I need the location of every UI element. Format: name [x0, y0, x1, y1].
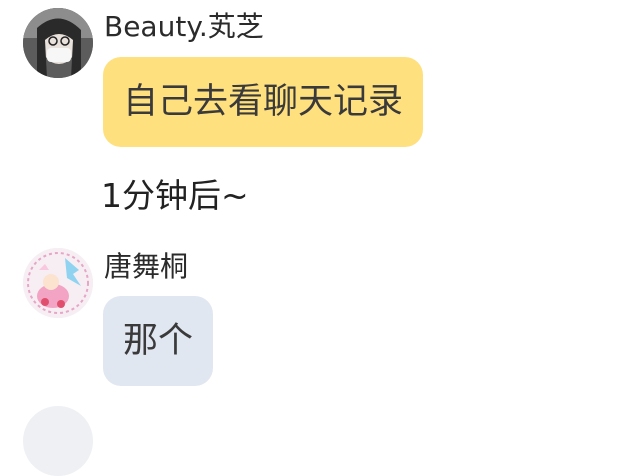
avatar-tangwutong[interactable] [23, 248, 93, 318]
message-bubble[interactable]: 自己去看聊天记录 [103, 57, 424, 147]
time-divider-text: 1分钟后~ [101, 176, 249, 215]
message-bubble[interactable]: 那个 [103, 296, 214, 386]
sender-name: 唐舞桐 [104, 250, 189, 283]
avatar-partial[interactable] [23, 406, 93, 476]
avatar-beauty[interactable] [23, 8, 93, 78]
avatar-photo-icon [23, 8, 93, 78]
sender-name: Beauty.芄芝 [104, 10, 264, 43]
avatar-illustration-icon [23, 248, 93, 318]
